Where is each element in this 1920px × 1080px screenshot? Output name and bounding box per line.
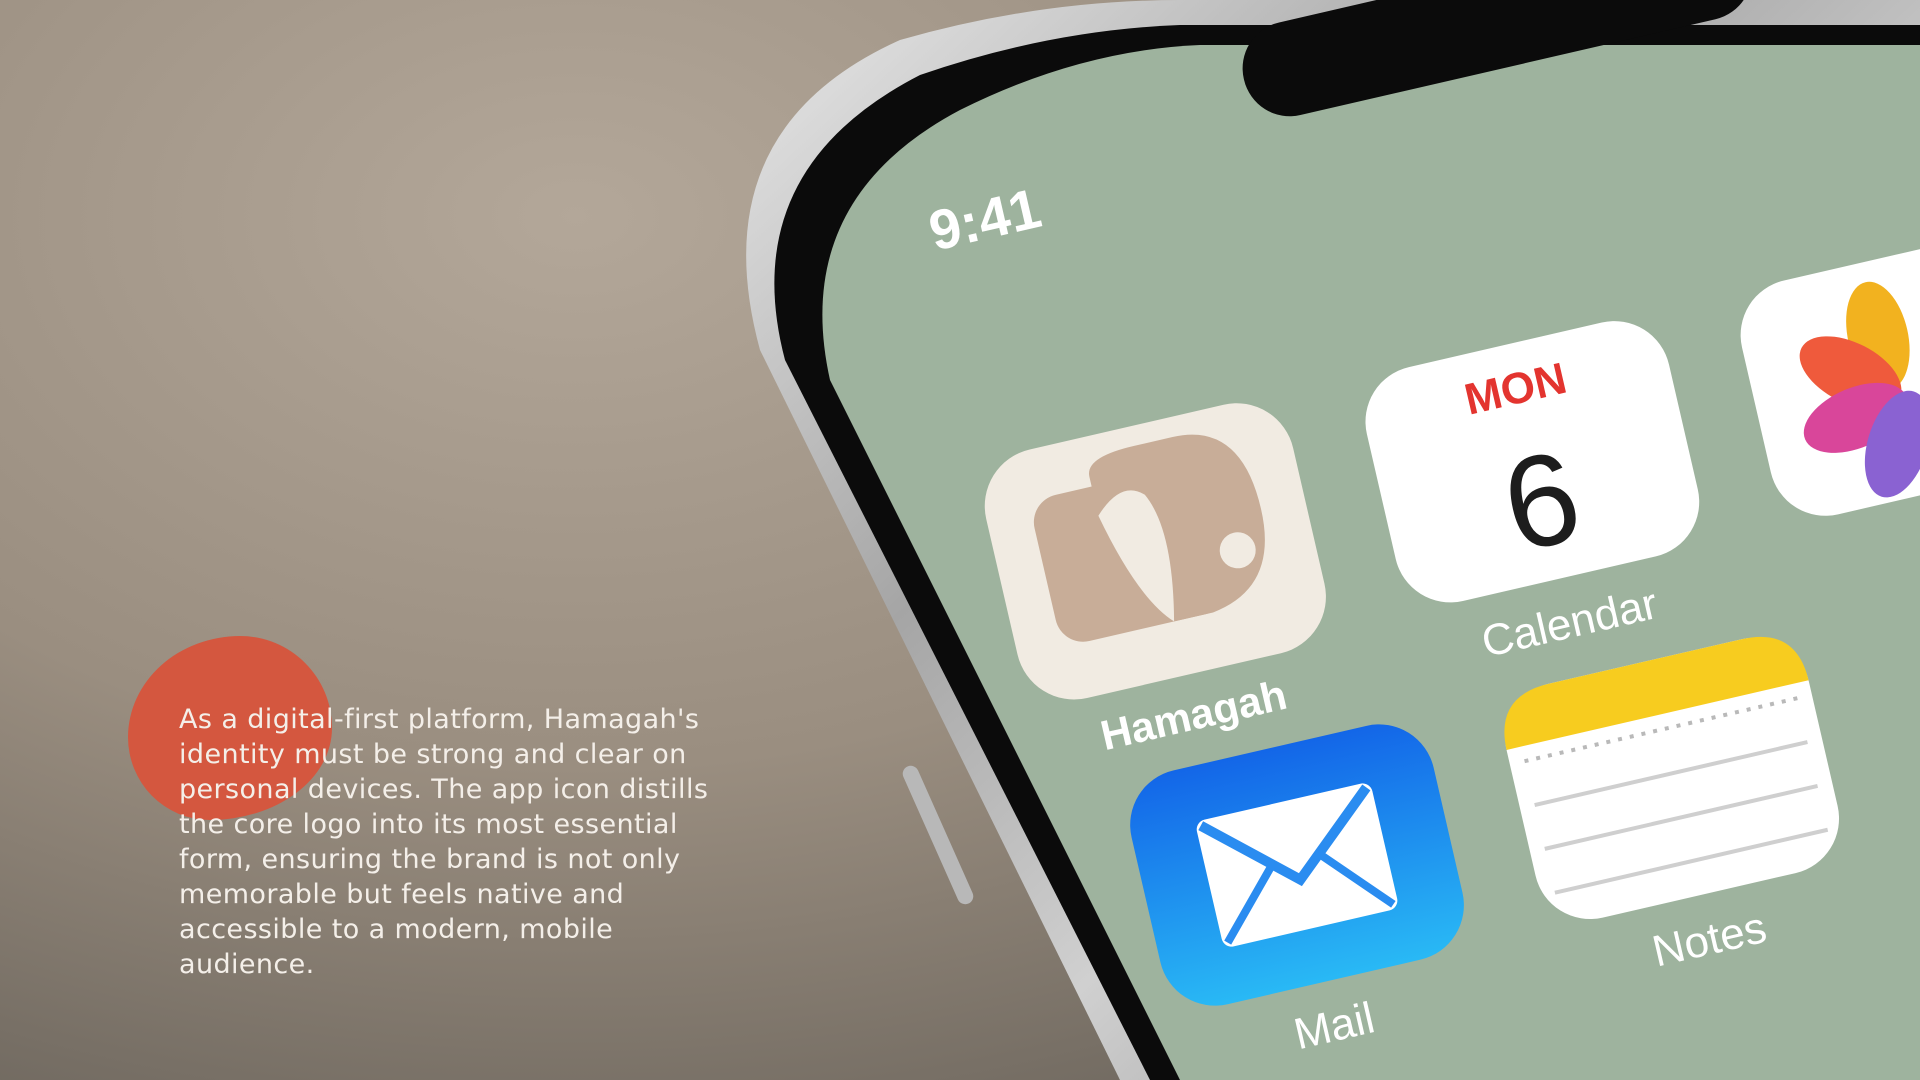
phone-mockup: 9:41 Hamagah MON 6 Calendar Mail Notes — [746, 0, 1920, 1080]
